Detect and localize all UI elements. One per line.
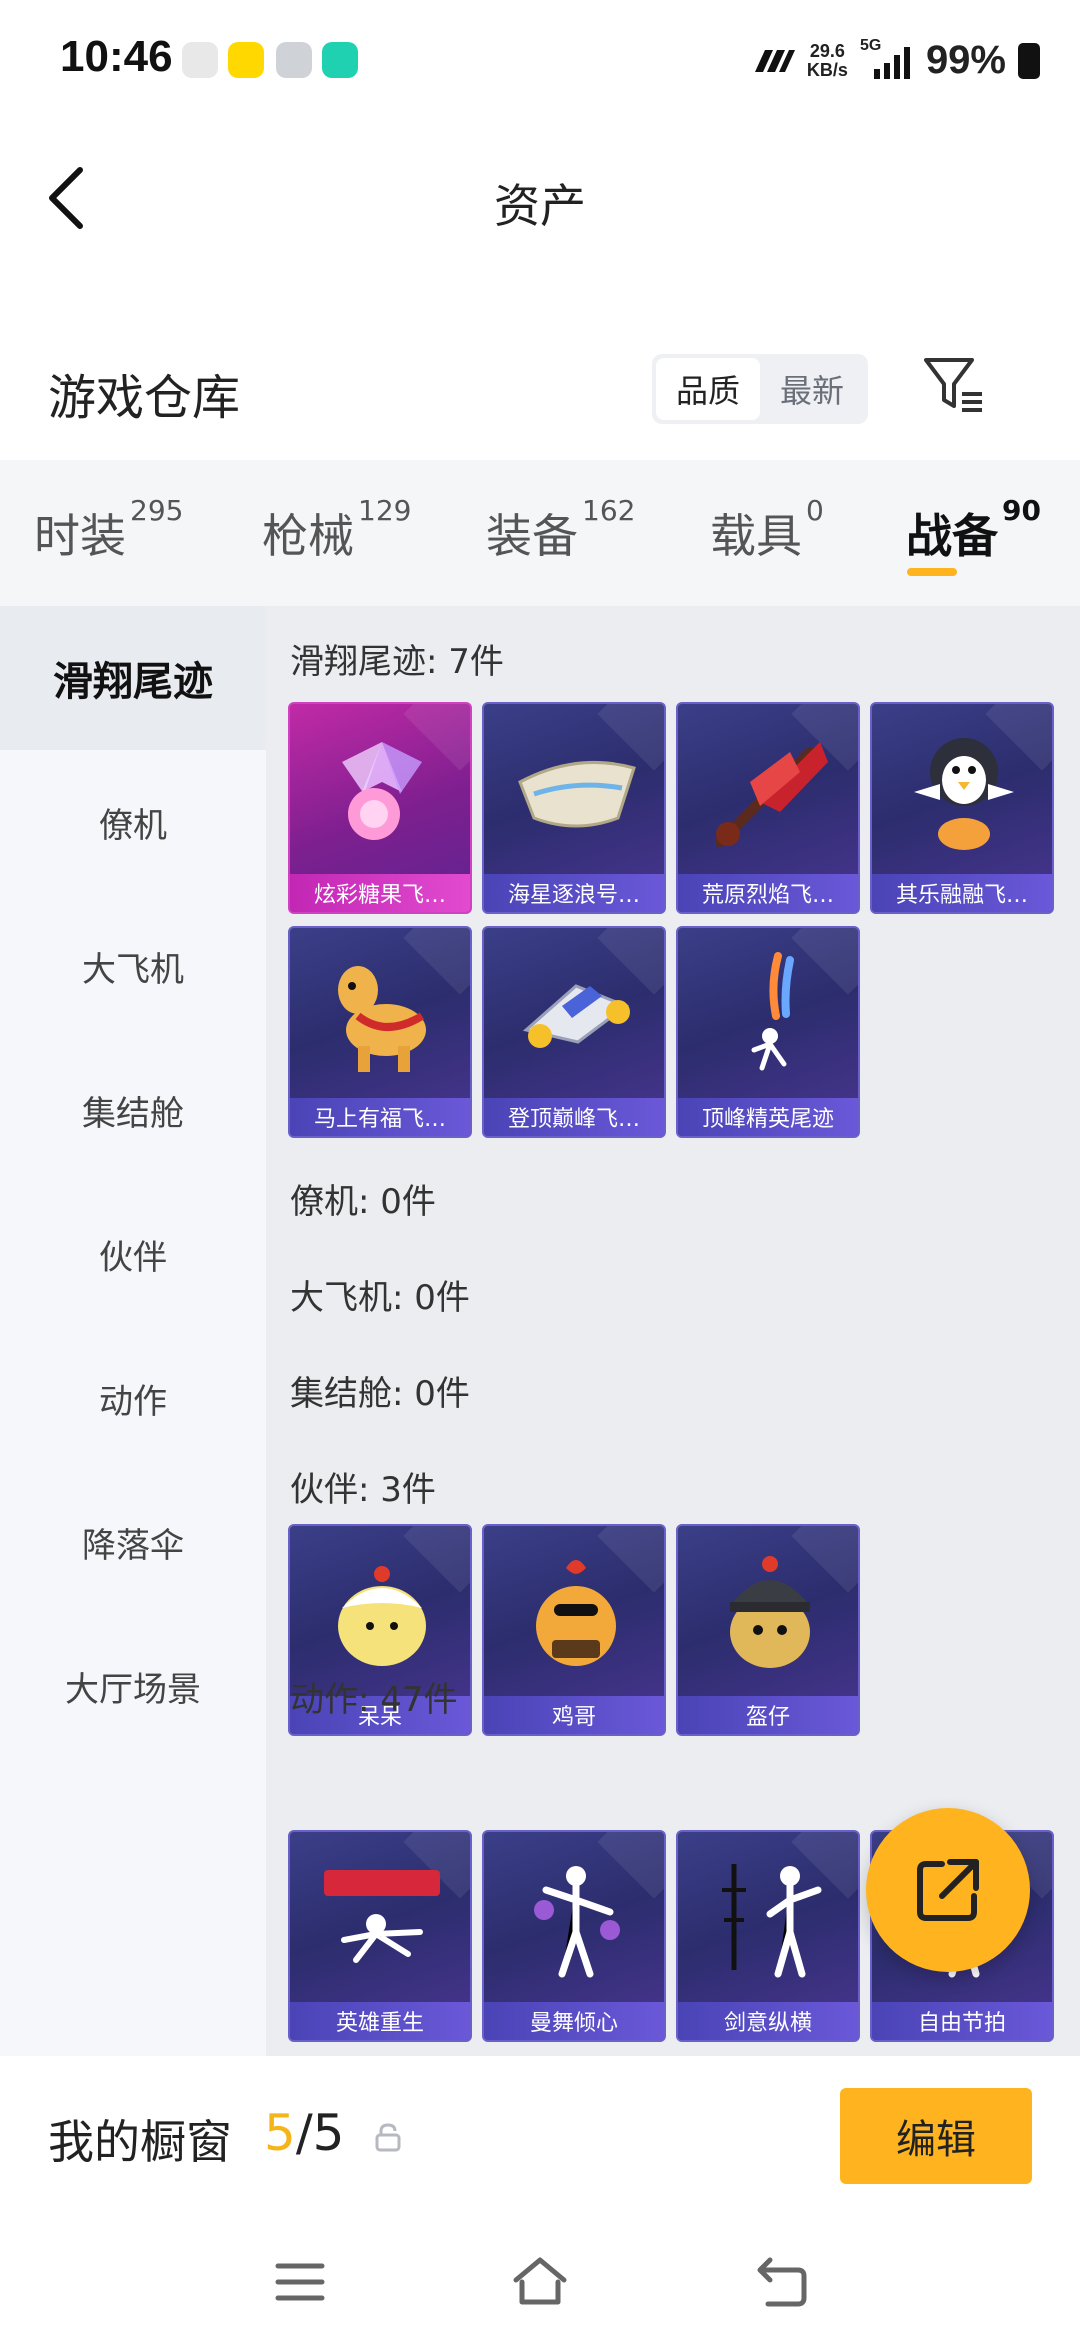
- sidebar-item-companion[interactable]: 伙伴: [0, 1182, 266, 1326]
- chick-companion-image: [338, 1566, 426, 1666]
- sidebar-item-plane[interactable]: 大飞机: [0, 894, 266, 1038]
- avatar-app-icon: [182, 42, 218, 78]
- active-tab-indicator: [907, 568, 957, 576]
- flame-glider-image: [715, 742, 828, 847]
- system-nav-bar: [0, 2216, 1080, 2344]
- sidebar-item-glide-trail[interactable]: 滑翔尾迹: [0, 606, 266, 750]
- settings-app-icon: [276, 42, 312, 78]
- item-label: 登顶巅峰飞…: [484, 1098, 664, 1136]
- item-card[interactable]: 其乐融融飞…: [870, 702, 1054, 914]
- tab-guns[interactable]: 枪械 129: [262, 494, 411, 566]
- item-label: 顶峰精英尾迹: [678, 1098, 858, 1136]
- nfc-icon: [754, 49, 795, 72]
- shield-app-icon: [322, 42, 358, 78]
- tab-equipment[interactable]: 装备 162: [486, 494, 635, 566]
- item-card[interactable]: 荒原烈焰飞…: [676, 702, 860, 914]
- section-title-capsule: 集结舱: 0件: [290, 1374, 470, 1414]
- sidebar-item-lobby-scene[interactable]: 大厅场景: [0, 1614, 266, 1758]
- item-label: 英雄重生: [290, 2002, 470, 2040]
- filter-icon[interactable]: [922, 354, 986, 418]
- sidebar: 滑翔尾迹 僚机 大飞机 集结舱 伙伴 动作 降落伞 大厅场景: [0, 606, 266, 2056]
- showcase-count: 5/5: [264, 2104, 345, 2162]
- item-card[interactable]: 盔仔: [676, 1524, 860, 1736]
- item-label: 曼舞倾心: [484, 2002, 664, 2040]
- item-card[interactable]: 曼舞倾心: [482, 1830, 666, 2042]
- sort-quality-option[interactable]: 品质: [656, 358, 760, 420]
- battery-icon: [1018, 42, 1040, 79]
- sidebar-item-parachute[interactable]: 降落伞: [0, 1470, 266, 1614]
- category-tabs: 时装 295 枪械 129 装备 162 载具 0 战备 90: [0, 460, 1080, 606]
- hero-emote-image: [324, 1870, 440, 1963]
- battery-percent: 99%: [925, 38, 1006, 82]
- page-title: 资产: [494, 179, 586, 233]
- signal-icon: 5G: [860, 37, 914, 81]
- elite-trail-image: [751, 952, 794, 1071]
- helmet-chick-image: [730, 1556, 810, 1668]
- item-label: 其乐融融飞…: [872, 874, 1052, 912]
- net-speed: 29.6 KB/s: [806, 40, 848, 80]
- item-card[interactable]: 剑意纵横: [676, 1830, 860, 2042]
- item-card[interactable]: 鸡哥: [482, 1524, 666, 1736]
- top-header: 资产: [0, 130, 1080, 270]
- candy-glider-image: [342, 742, 422, 840]
- dance-emote-image: [534, 1866, 620, 1978]
- section-title-plane: 大飞机: 0件: [290, 1278, 470, 1318]
- tab-fashion[interactable]: 时装 295: [34, 494, 183, 566]
- lock-icon: [375, 2123, 401, 2152]
- sidebar-item-wingman[interactable]: 僚机: [0, 750, 266, 894]
- item-label: 盔仔: [678, 1696, 858, 1734]
- edit-button[interactable]: 编辑: [840, 2088, 1032, 2184]
- item-card[interactable]: 顶峰精英尾迹: [676, 926, 860, 1138]
- tab-gear[interactable]: 战备 90: [906, 494, 1041, 566]
- item-label: 荒原烈焰飞…: [678, 874, 858, 912]
- warehouse-title: 游戏仓库: [48, 370, 241, 426]
- item-label: 鸡哥: [484, 1696, 664, 1734]
- external-link-icon: [917, 1859, 979, 1921]
- item-card[interactable]: 炫彩糖果飞…: [288, 702, 472, 914]
- item-label: 剑意纵横: [678, 2002, 858, 2040]
- sort-toggle: 品质 最新: [652, 354, 868, 424]
- boat-glider-image: [518, 760, 636, 828]
- yellow-app-icon: [228, 42, 264, 78]
- sword-emote-image: [722, 1864, 822, 1978]
- section-title-emote: 动作: 47件: [290, 1680, 458, 1720]
- item-label: 自由节拍: [872, 2002, 1052, 2040]
- sort-newest-option[interactable]: 最新: [760, 358, 864, 420]
- item-card[interactable]: 马上有福飞…: [288, 926, 472, 1138]
- section-title-wingman: 僚机: 0件: [290, 1182, 436, 1222]
- sidebar-item-emote[interactable]: 动作: [0, 1326, 266, 1470]
- showcase-bar: 我的橱窗 5/5 编辑: [0, 2056, 1080, 2216]
- status-bar: 10:46 29.6 KB/s 5G 99%: [0, 0, 1080, 120]
- item-label: 海星逐浪号…: [484, 874, 664, 912]
- item-label: 炫彩糖果飞…: [290, 874, 470, 912]
- showcase-label: 我的橱窗: [48, 2115, 232, 2169]
- item-card[interactable]: 英雄重生: [288, 1830, 472, 2042]
- item-card[interactable]: 海星逐浪号…: [482, 702, 666, 914]
- horse-glider-image: [338, 966, 426, 1072]
- section-title-glide-trail: 滑翔尾迹: 7件: [290, 642, 504, 682]
- status-time: 10:46: [60, 32, 173, 81]
- share-fab-button[interactable]: [866, 1808, 1030, 1972]
- tab-vehicles[interactable]: 载具 0: [710, 494, 824, 566]
- item-card[interactable]: 登顶巅峰飞…: [482, 926, 666, 1138]
- section-title-companion: 伙伴: 3件: [290, 1470, 436, 1510]
- rooster-companion-image: [536, 1560, 616, 1666]
- home-icon[interactable]: [510, 2252, 570, 2312]
- status-right: 29.6 KB/s 5G 99%: [751, 37, 1040, 83]
- sidebar-item-capsule[interactable]: 集结舱: [0, 1038, 266, 1182]
- jet-glider-image: [522, 984, 630, 1048]
- back-icon[interactable]: [752, 2252, 812, 2312]
- penguin-glider-image: [914, 738, 1014, 850]
- item-label: 马上有福飞…: [290, 1098, 470, 1136]
- menu-icon[interactable]: [270, 2252, 330, 2312]
